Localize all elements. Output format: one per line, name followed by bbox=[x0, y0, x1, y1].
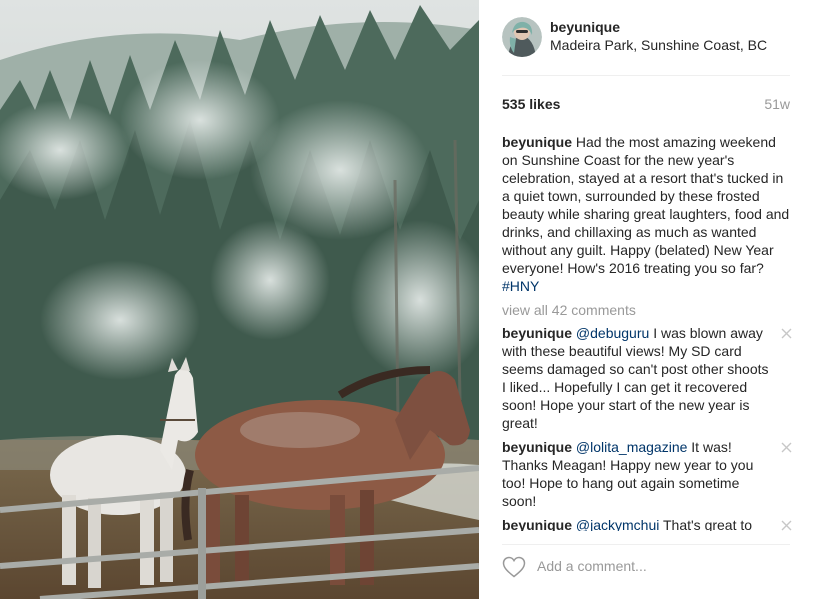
close-icon[interactable] bbox=[781, 520, 792, 531]
caption-username-link[interactable]: beyunique bbox=[502, 134, 572, 150]
comment-text: beyunique @lolita_magazine It was! Thank… bbox=[502, 438, 770, 510]
post-dialog: beyunique Madeira Park, Sunshine Coast, … bbox=[0, 0, 814, 599]
view-all-comments-link[interactable]: view all 42 comments bbox=[502, 301, 792, 319]
close-icon[interactable] bbox=[781, 328, 792, 339]
comment-username-link[interactable]: beyunique bbox=[502, 325, 572, 341]
horses-forest-image bbox=[0, 0, 479, 599]
comment-item: beyunique @jackymchui That's great to bbox=[502, 516, 792, 531]
comment-text: beyunique @jackymchui That's great to bbox=[502, 516, 770, 531]
caption-text: Had the most amazing weekend on Sunshine… bbox=[502, 134, 790, 276]
post-photo[interactable] bbox=[0, 0, 479, 599]
comment-username-link[interactable]: beyunique bbox=[502, 439, 572, 455]
comment-mention-link[interactable]: @jackymchui bbox=[576, 517, 659, 531]
post-timestamp[interactable]: 51w bbox=[764, 96, 790, 112]
comment-username-link[interactable]: beyunique bbox=[502, 517, 572, 531]
comment-mention-link[interactable]: @debuguru bbox=[576, 325, 649, 341]
close-icon[interactable] bbox=[781, 442, 792, 453]
caption: beyunique Had the most amazing weekend o… bbox=[502, 133, 792, 295]
heart-icon[interactable] bbox=[502, 556, 526, 578]
comment-item: beyunique @lolita_magazine It was! Thank… bbox=[502, 438, 792, 510]
comment-body: That's great to bbox=[663, 517, 753, 531]
likes-count[interactable]: 535 likes bbox=[502, 96, 560, 112]
avatar-image bbox=[502, 17, 542, 57]
comment-footer bbox=[502, 544, 790, 585]
post-sidebar: beyunique Madeira Park, Sunshine Coast, … bbox=[479, 0, 814, 599]
avatar[interactable] bbox=[502, 17, 542, 57]
caption-hashtag-link[interactable]: #HNY bbox=[502, 278, 539, 294]
comment-item: beyunique @debuguru I was blown away wit… bbox=[502, 324, 792, 432]
add-comment-input[interactable] bbox=[537, 558, 777, 574]
comment-mention-link[interactable]: @lolita_magazine bbox=[576, 439, 688, 455]
comments-list[interactable]: beyunique Had the most amazing weekend o… bbox=[502, 133, 792, 531]
post-header: beyunique Madeira Park, Sunshine Coast, … bbox=[502, 17, 790, 76]
comment-text: beyunique @debuguru I was blown away wit… bbox=[502, 324, 770, 432]
post-username-link[interactable]: beyunique bbox=[550, 19, 620, 35]
post-stats: 535 likes 51w bbox=[502, 96, 790, 116]
post-location-link[interactable]: Madeira Park, Sunshine Coast, BC bbox=[550, 37, 767, 53]
